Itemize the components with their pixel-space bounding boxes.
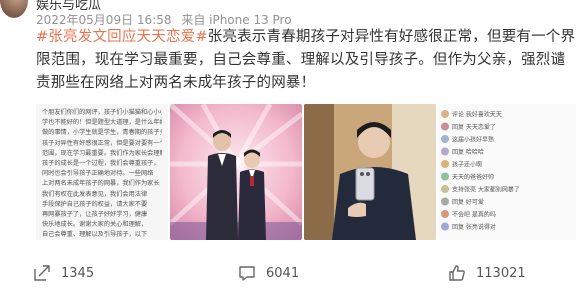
statement-line: 再网暴孩子了，让孩子好好学习，健康 xyxy=(42,211,148,219)
image-grid: 个朋友们你们的网评，孩子们小猫猫和心小小猫 学也不能好的！但是题型大道理，是什么年… xyxy=(36,104,576,240)
commenter-avatar xyxy=(441,160,449,168)
statement-line: 同时也会引导孩子正确地对待。一些网络 xyxy=(42,170,154,178)
commenter-avatar xyxy=(441,147,449,156)
statement-line: 我们有权在此发表意见，我们会用法律 xyxy=(42,190,148,198)
selfie-photo[interactable] xyxy=(304,104,436,240)
commenter-avatar xyxy=(441,210,449,218)
comment-count: 6041 xyxy=(266,265,300,281)
commenter-avatar xyxy=(441,185,449,193)
post-date[interactable]: 2022年05月09日 16:58 xyxy=(36,13,171,27)
hashtag-link[interactable]: #张亮发文回应天天恋爱# xyxy=(36,29,208,45)
commenter-avatar xyxy=(441,172,449,181)
action-bar: 1345 6041 113021 xyxy=(0,256,585,290)
commenter-avatar xyxy=(441,135,449,143)
comment-line: 回复 张亮说得对 xyxy=(452,223,496,231)
comment-line: 回复 天天恋爱了 xyxy=(452,123,496,131)
comment-icon xyxy=(239,266,255,281)
statement-line: 学也不能好的！但是题型大道理，是什么年纪就 xyxy=(42,119,162,127)
comment-line: 回复 好可爱 xyxy=(452,198,484,206)
commenter-avatar xyxy=(441,197,449,206)
comment-line: 评论 我好喜欢天天 xyxy=(452,111,502,119)
statement-line: 孩子对异性有好感很正常，但是要对要有一个界限 xyxy=(42,139,162,147)
statement-line: 上对两名未成年孩子的网暴，我们作为家长 xyxy=(42,180,160,188)
comment-line: 不会吧 是真的吗 xyxy=(452,211,496,219)
statement-line: 快乐地成长。谢谢大家的关心和理解， xyxy=(42,221,148,229)
statement-line: 范围，现在学习最重要。我们作为家长会理解 xyxy=(42,149,162,157)
statement-image[interactable]: 个朋友们你们的网评，孩子们小猫猫和心小小猫 学也不能好的！但是题型大道理，是什么年… xyxy=(36,104,168,240)
statement-line: 做的事情，小学生就是学生，青春期的孩子多 xyxy=(42,129,162,137)
like-count: 113021 xyxy=(476,265,526,281)
like-button[interactable]: 113021 xyxy=(448,256,526,290)
post-text: #张亮发文回应天天恋爱#张亮表示青春期孩子对异性有好感很正常，但要有一个界限范围… xyxy=(36,26,576,95)
comment-line: 支持张亮 大家都别网暴了 xyxy=(452,186,520,194)
post-source: 来自 iPhone 13 Pro xyxy=(181,13,292,27)
statement-line: 手段保护自己孩子的权益，请大家不要 xyxy=(42,200,148,208)
comment-line: 这届小孩好早熟 xyxy=(452,136,494,144)
comment-line: 孩子还小啊 xyxy=(452,161,482,169)
statement-line: 孩子的成长是一个过程，我们会尊重孩子， xyxy=(42,160,160,168)
commenter-avatar xyxy=(441,222,449,231)
comment-screenshot-image[interactable]: 评论 我好喜欢天天 回复 天天恋爱了 这届小孩好早熟 回复 哈哈哈 孩子还小啊天天的爸爸… xyxy=(438,104,576,240)
thumbs-up-icon xyxy=(449,265,465,281)
repost-button[interactable]: 1345 xyxy=(33,256,94,290)
avatar[interactable] xyxy=(0,0,28,18)
repost-icon xyxy=(34,265,50,281)
repost-count: 1345 xyxy=(61,265,95,281)
commenter-avatar xyxy=(441,110,449,118)
comment-button[interactable]: 6041 xyxy=(238,256,299,290)
stage-photo[interactable] xyxy=(170,104,302,240)
statement-line: 个朋友们你们的网评，孩子们小猫猫和心小小猫 xyxy=(42,109,162,116)
commenter-avatar xyxy=(441,122,449,131)
statement-line: 自己会尊重、理解以及引导孩子，以下 xyxy=(42,231,148,239)
comment-line: 天天的爸爸好帅 xyxy=(452,173,494,181)
comment-line: 回复 哈哈哈 xyxy=(452,148,484,156)
